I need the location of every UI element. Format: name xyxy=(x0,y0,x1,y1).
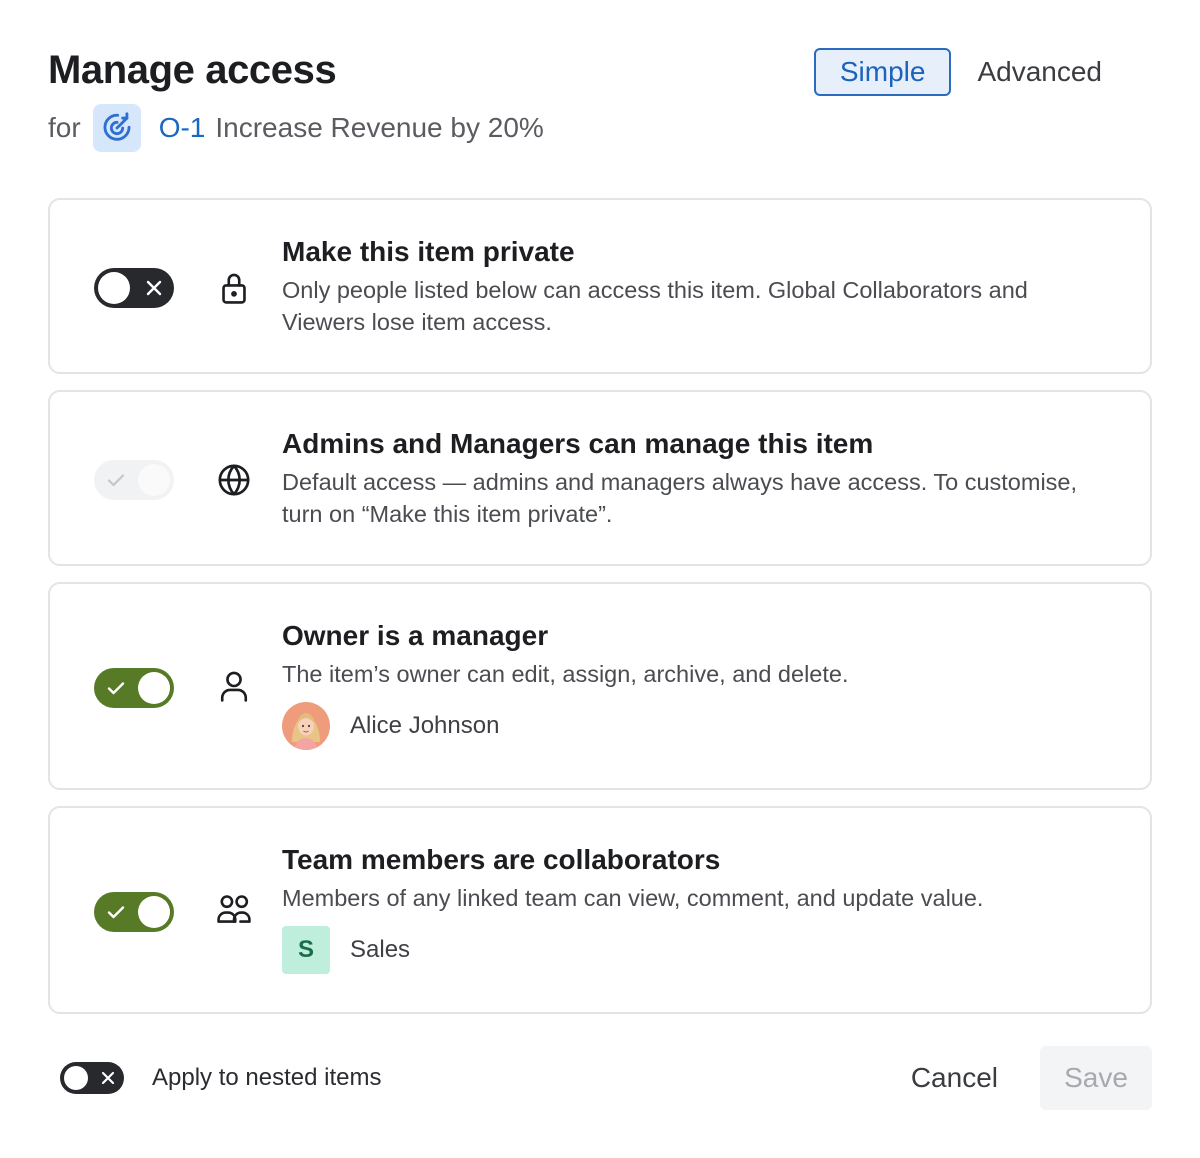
check-icon xyxy=(107,682,125,695)
toggle-knob xyxy=(98,272,130,304)
card-title: Owner is a manager xyxy=(282,620,549,651)
item-name: Increase Revenue by 20% xyxy=(215,112,544,143)
card-description: Default access — admins and managers alw… xyxy=(282,469,1078,527)
admins-managers-toggle xyxy=(94,460,174,500)
toggle-knob xyxy=(138,896,170,928)
private-item-text: Make this item private Only people liste… xyxy=(282,234,1110,338)
cancel-button[interactable]: Cancel xyxy=(909,1046,1000,1110)
private-item-card: Make this item private Only people liste… xyxy=(48,198,1152,374)
card-description: Members of any linked team can view, com… xyxy=(282,885,984,911)
owner-name: Alice Johnson xyxy=(350,712,500,739)
card-description: Only people listed below can access this… xyxy=(282,277,1028,335)
toggle-knob xyxy=(64,1066,88,1090)
apply-nested-toggle[interactable] xyxy=(60,1062,124,1094)
card-title: Team members are collaborators xyxy=(282,844,721,875)
owner-manager-toggle[interactable] xyxy=(94,668,174,708)
item-reference: for O-1 Increase Revenue by 20% xyxy=(48,104,544,152)
toggle-knob xyxy=(138,464,170,496)
check-icon xyxy=(107,474,125,487)
save-button[interactable]: Save xyxy=(1040,1046,1152,1110)
owner-chip[interactable]: Alice Johnson xyxy=(282,702,1110,750)
advanced-mode-button[interactable]: Advanced xyxy=(951,48,1128,96)
admins-managers-text: Admins and Managers can manage this item… xyxy=(282,426,1110,530)
owner-manager-text: Owner is a manager The item’s owner can … xyxy=(282,618,1110,750)
private-item-toggle[interactable] xyxy=(94,268,174,308)
admins-managers-card: Admins and Managers can manage this item… xyxy=(48,390,1152,566)
apply-nested-label: Apply to nested items xyxy=(152,1064,382,1091)
person-icon xyxy=(214,666,254,706)
for-label: for xyxy=(48,112,81,143)
lock-icon xyxy=(214,268,254,308)
globe-icon xyxy=(214,460,254,500)
dialog-title: Manage access xyxy=(48,48,337,92)
avatar xyxy=(282,702,330,750)
team-collaborators-text: Team members are collaborators Members o… xyxy=(282,842,1110,974)
team-name: Sales xyxy=(350,936,411,963)
view-mode-switch: Simple Advanced xyxy=(813,48,1128,96)
target-arrow-icon xyxy=(92,104,141,152)
check-icon xyxy=(107,906,125,919)
card-title: Admins and Managers can manage this item xyxy=(282,428,874,459)
team-chip[interactable]: S Sales xyxy=(282,926,1110,974)
simple-mode-button[interactable]: Simple xyxy=(813,48,952,96)
team-collaborators-card: Team members are collaborators Members o… xyxy=(48,806,1152,1014)
dialog-footer: Apply to nested items Cancel Save xyxy=(48,1046,1152,1110)
x-icon xyxy=(146,280,162,296)
x-icon xyxy=(101,1071,115,1085)
team-collaborators-toggle[interactable] xyxy=(94,892,174,932)
people-icon xyxy=(214,890,254,930)
card-description: The item’s owner can edit, assign, archi… xyxy=(282,661,849,687)
toggle-knob xyxy=(138,672,170,704)
owner-manager-card: Owner is a manager The item’s owner can … xyxy=(48,582,1152,790)
item-code[interactable]: O-1 xyxy=(159,112,206,144)
card-title: Make this item private xyxy=(282,236,575,267)
dialog-header: Manage access for O-1 Increase Revenue b… xyxy=(48,46,1152,156)
team-badge: S xyxy=(282,926,330,974)
